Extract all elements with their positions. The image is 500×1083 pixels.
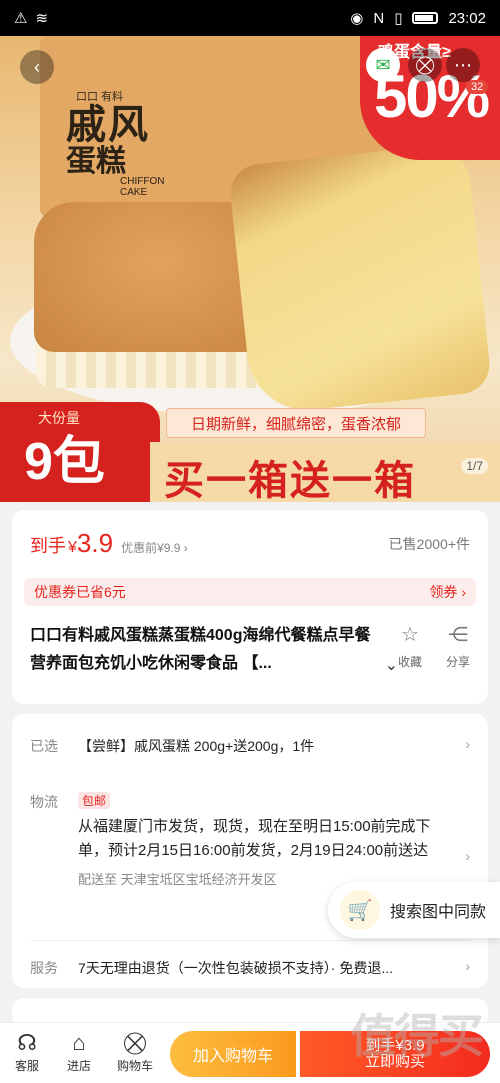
watermark: 值得买	[350, 1010, 484, 1062]
promo-strip: 大份量 9包 日期新鲜，细腻绵密，蛋香浓郁 买一箱送一箱 1/7	[0, 402, 500, 503]
chevron-down-icon[interactable]: ⌄	[385, 652, 398, 680]
cart-button[interactable]: ⛒ 购物车	[108, 1029, 162, 1074]
get-coupon-button[interactable]: 领券 ›	[429, 582, 466, 602]
customer-service-button[interactable]: ☊ 客服	[0, 1029, 54, 1074]
store-icon: ⌂	[72, 1030, 86, 1055]
logistics-key: 物流	[30, 794, 58, 810]
clock: 23:02	[448, 9, 486, 27]
promo-banner-text: 买一箱送一箱	[164, 459, 416, 503]
share-button[interactable]: ⋲ 分享	[446, 622, 470, 670]
add-to-cart-button[interactable]: 加入购物车	[170, 1031, 296, 1077]
product-subtitle-art: 蛋糕	[66, 145, 126, 178]
coupon-bar[interactable]: 优惠券已省6元 领券 ›	[24, 578, 476, 606]
details-card: 已选 【尝鲜】戚风蛋糕 200g+送200g，1件 › 物流 包邮 从福建厦门市…	[12, 714, 488, 988]
chevron-right-icon: ›	[465, 736, 470, 752]
coupon-text: 优惠券已省6元	[34, 584, 126, 600]
chevron-right-icon: ›	[465, 848, 470, 864]
price-value: 3.9	[76, 528, 114, 558]
original-price-link[interactable]: 优惠前¥9.9 ›	[121, 539, 188, 556]
alert-icon: ⚠	[14, 10, 28, 27]
wifi-icon: ≋	[35, 10, 49, 27]
search-same-item-button[interactable]: 🛒 搜索图中同款	[328, 882, 500, 938]
product-title-text: 口口有料戚风蛋糕蒸蛋糕400g海绵代餐糕点早餐营养面包充饥小吃休闲零食品 【..…	[30, 627, 371, 672]
price-label: 到手	[30, 536, 66, 556]
vibrate-icon: ▯	[394, 10, 403, 27]
promo-count: 9包	[24, 433, 105, 491]
price-card: 到手 ¥ 3.9 优惠前¥9.9 › 已售2000+件 优惠券已省6元 领券 ›…	[12, 510, 488, 704]
status-bar: ⚠ ≋ ◉ N ▯ 23:02	[0, 0, 500, 36]
service-value: 7天无理由退货（一次性包装破损不支持）· 免费退...	[78, 960, 394, 976]
cart-search-icon: 🛒	[340, 890, 380, 930]
search-same-item-label: 搜索图中同款	[390, 904, 487, 921]
favorite-button[interactable]: ☆ 收藏	[398, 622, 422, 670]
cake-cut	[227, 142, 493, 416]
product-en-label: CHIFFON CAKE	[120, 176, 165, 198]
share-icon: ⋲	[448, 624, 468, 646]
shop-label: 进店	[66, 1059, 91, 1073]
battery-icon	[412, 12, 439, 24]
eye-icon: ◉	[350, 10, 364, 27]
product-title[interactable]: 口口有料戚风蛋糕蒸蛋糕400g海绵代餐糕点早餐营养面包充饥小吃休闲零食品 【..…	[30, 622, 398, 678]
cart-label: 购物车	[116, 1059, 153, 1073]
wechat-share-button[interactable]: ✉	[366, 48, 400, 82]
star-icon: ☆	[401, 624, 419, 646]
favorite-label: 收藏	[398, 655, 423, 669]
logistics-text: 从福建厦门市发货，现货，现在至明日15:00前完成下单，预计2月15日16:00…	[78, 818, 431, 859]
back-button[interactable]: ‹	[20, 50, 54, 84]
cart-icon[interactable]: ⛒	[408, 48, 442, 82]
share-label: 分享	[446, 655, 471, 669]
promo-caption: 大份量	[38, 410, 80, 426]
selected-value: 【尝鲜】戚风蛋糕 200g+送200g，1件	[78, 738, 315, 754]
cart-icon: ⛒	[123, 1030, 147, 1055]
image-pager: 1/7	[461, 458, 488, 474]
logistics-content: 包邮 从福建厦门市发货，现货，现在至明日15:00前完成下单，预计2月15日16…	[78, 792, 438, 888]
nfc-icon: N	[373, 9, 385, 27]
promo-banner: 买一箱送一箱	[150, 442, 500, 503]
divider	[30, 940, 470, 941]
price-symbol: ¥	[68, 539, 77, 556]
service-label: 客服	[14, 1059, 39, 1073]
sold-count: 已售2000+件	[388, 536, 470, 552]
free-shipping-tag: 包邮	[78, 792, 111, 809]
price-row: 到手 ¥ 3.9 优惠前¥9.9 ›	[30, 528, 188, 559]
service-key: 服务	[30, 960, 58, 976]
chevron-right-icon: ›	[465, 958, 470, 974]
shop-button[interactable]: ⌂ 进店	[52, 1029, 106, 1074]
cart-count-badge: 32	[466, 80, 489, 94]
headset-icon: ☊	[17, 1030, 37, 1055]
selected-key: 已选	[30, 738, 58, 754]
promo-slogan: 日期新鲜，细腻绵密，蛋香浓郁	[166, 408, 426, 438]
more-icon[interactable]: ⋯	[446, 48, 480, 82]
